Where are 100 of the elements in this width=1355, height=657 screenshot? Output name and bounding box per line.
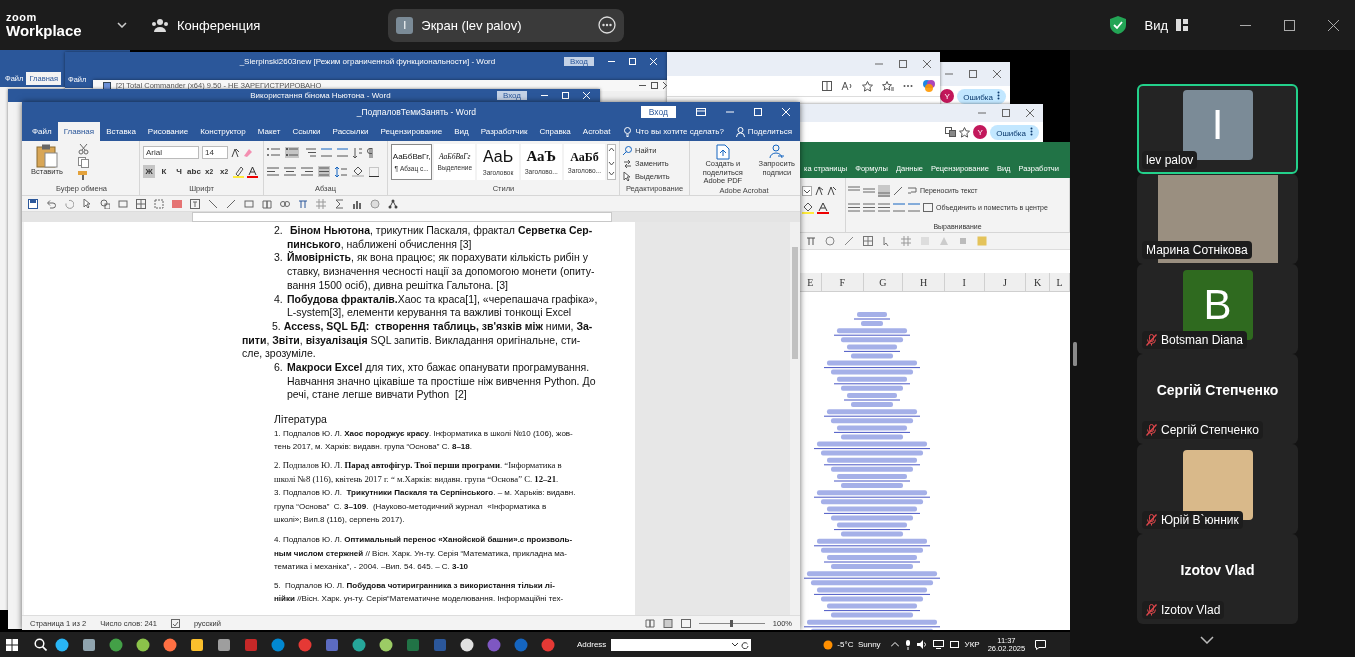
copy-icon[interactable] xyxy=(78,157,89,168)
align-left-icon[interactable] xyxy=(267,167,279,176)
app-icon[interactable] xyxy=(55,637,69,652)
rectangle-icon[interactable] xyxy=(244,198,254,209)
align-right-icon[interactable] xyxy=(878,203,890,212)
align-center-icon[interactable] xyxy=(863,203,875,212)
maximize-icon[interactable] xyxy=(899,60,907,68)
format-painter-icon[interactable] xyxy=(78,170,89,181)
fill-color-icon[interactable] xyxy=(802,201,814,214)
more-icon[interactable] xyxy=(903,84,913,88)
ribbon-tab[interactable]: Acrobat xyxy=(576,122,617,141)
maximize-icon[interactable] xyxy=(1002,109,1010,117)
font-style-button[interactable]: abc xyxy=(188,165,200,178)
book-icon[interactable] xyxy=(262,198,272,209)
font-name-field[interactable]: Arial xyxy=(143,146,199,159)
font-shrink-icon[interactable] xyxy=(827,186,836,195)
minimize-icon[interactable] xyxy=(639,82,646,89)
sigma-icon[interactable] xyxy=(334,198,344,209)
chevron-up-icon[interactable] xyxy=(890,642,899,647)
ribbon-tab[interactable]: Рисование xyxy=(141,122,195,141)
ribbon-tab[interactable]: Файл xyxy=(26,122,58,141)
app-icon[interactable] xyxy=(136,637,150,652)
numbering-icon[interactable] xyxy=(285,147,299,158)
network-icon[interactable] xyxy=(388,198,398,209)
column-header[interactable]: G xyxy=(863,273,904,291)
minimize-icon[interactable] xyxy=(608,58,615,65)
web-layout-icon[interactable] xyxy=(680,618,691,628)
error-button[interactable]: Ошибка xyxy=(990,124,1039,140)
font-style-button[interactable]: Ж xyxy=(143,165,155,178)
shapes-icon[interactable] xyxy=(100,198,110,209)
table-icon[interactable] xyxy=(136,198,146,209)
print-layout-icon[interactable] xyxy=(662,618,673,628)
align-right-icon[interactable] xyxy=(301,167,313,176)
font-grow-icon[interactable] xyxy=(231,148,240,157)
column-header[interactable]: L xyxy=(1050,273,1070,291)
bullets-icon[interactable] xyxy=(267,148,280,157)
shading-icon[interactable] xyxy=(352,166,364,177)
speaker-icon[interactable] xyxy=(916,640,927,649)
read-aloud-icon[interactable] xyxy=(841,81,853,91)
orientation-icon[interactable] xyxy=(893,185,905,196)
font-color-icon[interactable] xyxy=(247,165,258,178)
ribbon-tab[interactable]: Рецензирование xyxy=(374,122,449,141)
app-icon[interactable] xyxy=(163,637,177,652)
address-field[interactable] xyxy=(611,638,752,651)
rectangle-icon[interactable] xyxy=(118,198,128,209)
sort-icon[interactable] xyxy=(353,147,362,158)
borders-icon[interactable] xyxy=(369,166,379,177)
view-menu[interactable]: Вид xyxy=(1144,17,1188,33)
scissors-icon[interactable] xyxy=(78,144,89,155)
proofing-icon[interactable] xyxy=(170,618,180,628)
profile-avatar[interactable]: Y xyxy=(940,89,955,103)
sign-in-button[interactable]: Вход xyxy=(496,91,527,100)
microphone-icon[interactable] xyxy=(904,639,911,650)
translate-icon[interactable] xyxy=(945,127,957,137)
app-icon[interactable] xyxy=(379,637,393,652)
close-icon[interactable] xyxy=(993,70,1001,78)
font-style-button[interactable]: Ч xyxy=(173,165,185,178)
maximize-icon[interactable] xyxy=(969,70,977,78)
line-icon[interactable] xyxy=(226,198,236,209)
ribbon-tab[interactable]: Разработчик xyxy=(474,122,534,141)
kebab-icon[interactable] xyxy=(997,90,1000,100)
cursor-icon[interactable] xyxy=(82,198,92,209)
notification-icon[interactable] xyxy=(1035,639,1047,650)
ribbon-tab[interactable]: Главная xyxy=(57,122,101,141)
ribbon-tab[interactable]: Справка xyxy=(533,122,577,141)
windows-logo-icon[interactable] xyxy=(6,638,18,651)
dropdown-icon[interactable] xyxy=(802,185,812,196)
ribbon-tab[interactable]: Конструктор xyxy=(194,122,252,141)
splitter-handle[interactable] xyxy=(1073,341,1077,366)
font-style-button[interactable]: К xyxy=(158,165,170,178)
link-icon[interactable] xyxy=(280,198,290,209)
chart-icon[interactable] xyxy=(352,198,362,209)
close-icon[interactable] xyxy=(1026,109,1034,117)
column-header[interactable]: H xyxy=(903,273,945,291)
gallery-scroll-icon[interactable] xyxy=(607,144,616,180)
caret-down-icon[interactable] xyxy=(117,22,127,28)
ribbon-tab[interactable]: Макет xyxy=(251,122,287,141)
read-mode-icon[interactable] xyxy=(644,618,655,628)
text-box-icon[interactable] xyxy=(190,198,200,209)
ribbon-display-icon[interactable] xyxy=(696,108,706,116)
align-center-icon[interactable] xyxy=(284,167,296,176)
font-grow-icon[interactable] xyxy=(815,186,824,195)
ribbon-tab[interactable]: Вставка xyxy=(100,122,142,141)
sign-in-button[interactable]: Вход xyxy=(640,106,676,118)
profile-avatar[interactable]: Y xyxy=(973,125,988,139)
pilcrow-icon[interactable] xyxy=(367,147,374,158)
font-color-icon[interactable] xyxy=(817,201,829,214)
save-icon[interactable] xyxy=(28,198,38,209)
highlight-icon[interactable] xyxy=(233,165,244,178)
weather-widget[interactable]: -5°C Sunny xyxy=(823,639,881,650)
tell-me-search[interactable]: Что вы хотите сделать? xyxy=(624,126,724,137)
ribbon-tab[interactable]: Рассылки xyxy=(326,122,375,141)
chevron-down-icon[interactable] xyxy=(1200,636,1214,644)
close-icon[interactable] xyxy=(1328,19,1339,31)
ribbon-tab[interactable]: Вид xyxy=(448,122,475,141)
shape-icon[interactable] xyxy=(825,236,835,246)
colorful-swirl-icon[interactable] xyxy=(922,79,936,93)
search-icon[interactable] xyxy=(34,638,47,651)
align-left-icon[interactable] xyxy=(848,203,860,212)
column-header[interactable]: I xyxy=(944,273,985,291)
